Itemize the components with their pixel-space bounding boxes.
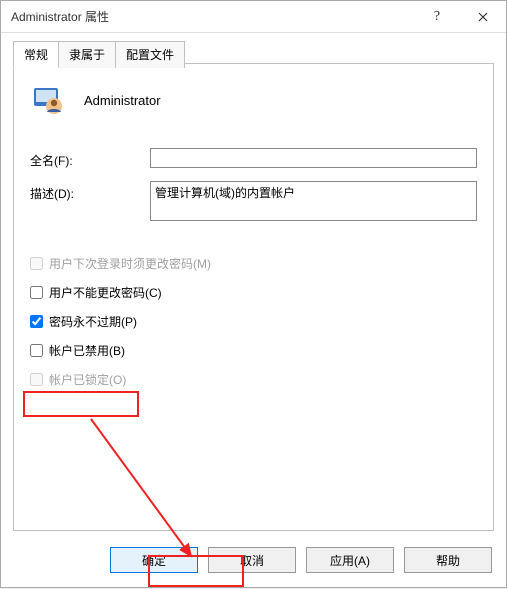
apply-button[interactable]: 应用(A): [306, 547, 394, 573]
ok-button[interactable]: 确定: [110, 547, 198, 573]
check-account-disabled[interactable]: 帐户已禁用(B): [30, 342, 477, 359]
tab-page-general: Administrator 全名(F): 描述(D): 用户下次登录时须更改密码…: [13, 63, 494, 531]
tab-strip: 常规 隶属于 配置文件: [13, 41, 494, 68]
description-input[interactable]: [150, 181, 477, 221]
check-cannot-change-box[interactable]: [30, 286, 43, 299]
description-label: 描述(D):: [30, 181, 150, 202]
tab-general[interactable]: 常规: [13, 41, 59, 68]
field-description: 描述(D):: [30, 181, 477, 221]
help-button[interactable]: 帮助: [404, 547, 492, 573]
close-icon[interactable]: [460, 1, 506, 33]
identity-row: Administrator: [30, 82, 477, 118]
check-account-locked-box: [30, 373, 43, 386]
user-icon: [30, 82, 66, 118]
check-cannot-change[interactable]: 用户不能更改密码(C): [30, 284, 477, 301]
account-name: Administrator: [84, 93, 161, 108]
tab-host: 常规 隶属于 配置文件 Administrator 全名(F):: [13, 41, 494, 531]
cancel-button[interactable]: 取消: [208, 547, 296, 573]
tab-profile[interactable]: 配置文件: [115, 41, 185, 68]
help-icon[interactable]: ?: [414, 1, 460, 33]
tab-memberof[interactable]: 隶属于: [58, 41, 116, 68]
check-must-change: 用户下次登录时须更改密码(M): [30, 255, 477, 272]
check-must-change-box: [30, 257, 43, 270]
check-account-disabled-box[interactable]: [30, 344, 43, 357]
dialog-buttons: 确定 取消 应用(A) 帮助: [110, 547, 492, 573]
properties-window: Administrator 属性 ? 常规 隶属于 配置文件: [0, 0, 507, 588]
check-never-expire[interactable]: 密码永不过期(P): [30, 313, 477, 330]
check-never-expire-box[interactable]: [30, 315, 43, 328]
titlebar: Administrator 属性 ?: [1, 1, 506, 33]
field-fullname: 全名(F):: [30, 148, 477, 169]
fullname-input[interactable]: [150, 148, 477, 168]
window-title: Administrator 属性: [11, 8, 414, 25]
check-account-locked: 帐户已锁定(O): [30, 371, 477, 388]
fullname-label: 全名(F):: [30, 148, 150, 169]
